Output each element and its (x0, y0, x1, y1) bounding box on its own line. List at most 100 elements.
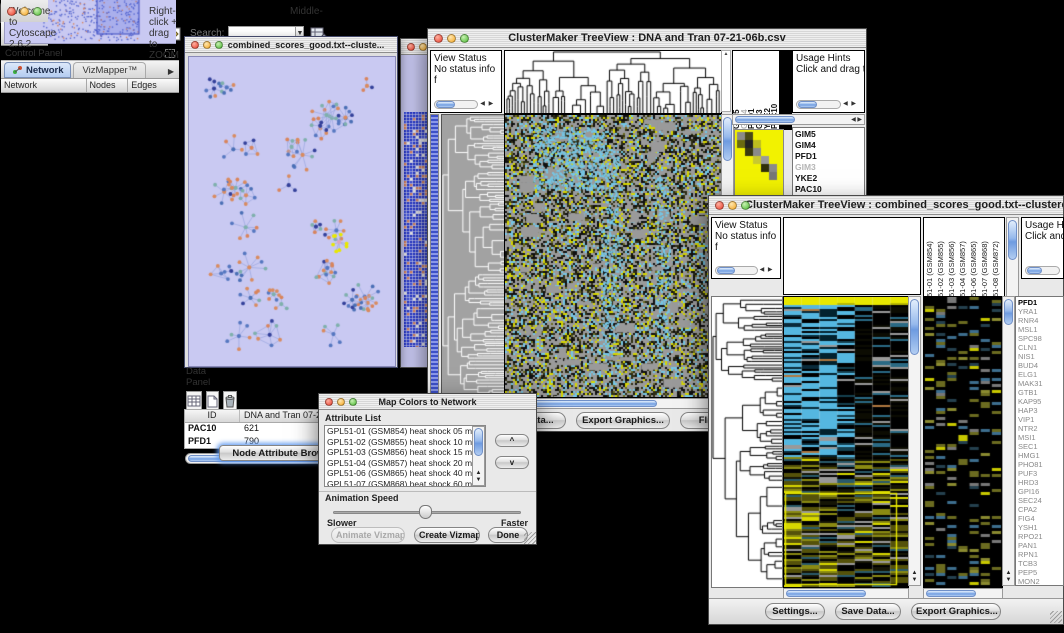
tv2-heatmap-canvas[interactable] (783, 296, 909, 588)
tv1-row-label: GIM5 (795, 129, 862, 140)
network-view-titlebar[interactable]: combined_scores_good.txt--cluste... (185, 37, 397, 53)
scrollbar-thumb[interactable] (1004, 299, 1013, 325)
tv2-gene-label: YRA1 (1018, 307, 1063, 316)
slider-thumb[interactable] (419, 505, 432, 519)
tab-vizmapper[interactable]: VizMapper™ (73, 62, 146, 78)
treeview1-titlebar[interactable]: ClusterMaker TreeView : DNA and Tran 07-… (428, 29, 866, 48)
attribute-list-item[interactable]: GPL51-04 (GSM857) heat shock 20 min (325, 458, 485, 469)
minimize-button[interactable] (337, 398, 345, 406)
close-button[interactable] (407, 43, 415, 51)
minimize-button[interactable] (419, 43, 427, 51)
done-button[interactable]: Done (488, 527, 528, 543)
delete-attribute-trash-icon[interactable] (223, 391, 237, 411)
scrollbar-thumb[interactable] (723, 117, 732, 161)
tv2-gene-label: KAP95 (1018, 397, 1063, 406)
scroll-arrows-icon[interactable]: ◀ ▶ (841, 99, 857, 110)
tv2-strip-vscrollbar[interactable]: ▲▼ (1002, 296, 1015, 586)
scroll-arrows-icon[interactable]: ▲▼ (1003, 570, 1014, 584)
close-button[interactable] (715, 201, 724, 210)
tv2-settings-button[interactable]: Settings... (765, 603, 825, 620)
tv1-row-label: PFD1 (795, 151, 862, 162)
scroll-arrows-icon[interactable]: ▲▼ (473, 470, 484, 484)
zoom-button[interactable] (741, 201, 750, 210)
desktop: Cytoscape Desktop (Session Name: collins… (0, 0, 1064, 633)
tv2-gene-label: HAP3 (1018, 406, 1063, 415)
scroll-arrows-icon[interactable]: ◀ ▶ (478, 99, 494, 110)
tv2-gene-labels-panel: PFD1YRA1RNR4MSL1SPC98CLN1NIS1BUD4ELG1MAK… (1015, 296, 1064, 586)
tv2-gene-label: HMG1 (1018, 451, 1063, 460)
scrollbar-thumb[interactable] (1008, 220, 1017, 260)
scrollbar-thumb[interactable] (786, 590, 866, 597)
tv1-row-dendrogram[interactable] (441, 114, 505, 398)
scrollbar-thumb[interactable] (926, 590, 976, 597)
new-attribute-icon[interactable] (206, 391, 219, 411)
attribute-list-label: Attribute List (325, 413, 381, 423)
control-panel-tabs: Network VizMapper™ ▶ (1, 61, 179, 79)
create-vizmap-button[interactable]: Create Vizmap (414, 527, 480, 543)
scroll-arrows-icon[interactable]: ▲▼ (909, 570, 920, 584)
tv2-save-data-button[interactable]: Save Data... (835, 603, 901, 620)
move-up-button[interactable]: ^ (495, 434, 529, 447)
treeview2-titlebar[interactable]: ClusterMaker TreeView : combined_scores_… (709, 196, 1063, 215)
animate-vizmap-button[interactable]: Animate Vizmap (331, 527, 405, 543)
tv1-right-hscrollbar[interactable]: ◀ ▶ (732, 114, 865, 125)
tv1-column-dendrogram[interactable] (504, 50, 722, 114)
tv2-heatmap-vscrollbar[interactable]: ▲▼ (908, 296, 921, 586)
zoom-button[interactable] (215, 41, 223, 49)
minimize-button[interactable] (203, 41, 211, 49)
close-button[interactable] (191, 41, 199, 49)
tv2-row-dendrogram[interactable] (711, 296, 783, 588)
tv1-row-label: PAC10 (795, 184, 862, 195)
table-icon[interactable] (186, 391, 202, 411)
tv2-export-graphics-button[interactable]: Export Graphics... (911, 603, 1001, 620)
tab-overflow-arrow[interactable]: ▶ (163, 64, 179, 76)
attribute-list-item[interactable]: GPL51-07 (GSM868) heat shock 60 min (325, 479, 485, 488)
scrollbar-thumb[interactable] (910, 299, 919, 355)
tv2-hints-scrollbar[interactable] (1025, 265, 1060, 276)
network-table-header[interactable]: Network Nodes Edges (1, 79, 179, 93)
attribute-listbox[interactable]: GPL51-01 (GSM854) heat shock 05 minGPL51… (324, 425, 486, 487)
status-hint-zoom: Right-click + drag to ZOOM (149, 6, 179, 61)
attribute-list-item[interactable]: GPL51-03 (GSM856) heat shock 15 min (325, 447, 485, 458)
tv1-mini-vscroll[interactable]: ▲ (721, 50, 731, 112)
network-tab-icon (12, 65, 23, 75)
tv2-gene-label: MSI1 (1018, 433, 1063, 442)
zoom-button[interactable] (349, 398, 357, 406)
attribute-list-item[interactable]: GPL51-01 (GSM854) heat shock 05 min (325, 426, 485, 437)
tv2-gene-label: PFD1 (1018, 298, 1063, 307)
close-button[interactable] (7, 7, 16, 16)
attribute-list-item[interactable]: GPL51-02 (GSM855) heat shock 10 min (325, 437, 485, 448)
network-view-window: combined_scores_good.txt--cluste... (184, 36, 398, 368)
tv1-hints-scrollbar[interactable]: ◀ ▶ (796, 99, 857, 110)
tv1-heatmap-canvas[interactable] (504, 114, 722, 398)
tv1-left-strip[interactable] (430, 114, 439, 396)
attribute-list-item[interactable]: GPL51-06 (GSM865) heat shock 40 min (325, 468, 485, 479)
scrollbar-thumb[interactable] (735, 116, 795, 123)
zoom-button[interactable] (33, 7, 42, 16)
minimize-button[interactable] (728, 201, 737, 210)
minimize-button[interactable] (447, 34, 456, 43)
treeview1-title: ClusterMaker TreeView : DNA and Tran 07-… (428, 32, 866, 44)
tv2-strip-heatmap-canvas[interactable] (923, 296, 1003, 588)
tab-network[interactable]: Network (4, 62, 71, 78)
move-down-button[interactable]: v (495, 456, 529, 469)
close-button[interactable] (325, 398, 333, 406)
network-canvas[interactable] (188, 56, 396, 367)
scrollbar-thumb[interactable] (474, 428, 483, 456)
scroll-arrows-icon[interactable]: ◀ ▶ (851, 116, 862, 123)
resize-grip-icon[interactable] (524, 532, 536, 544)
tv2-gene-label: PEP5 (1018, 568, 1063, 577)
tv2-column-dendrogram-area[interactable] (783, 217, 921, 295)
tv2-gene-label: CPA2 (1018, 505, 1063, 514)
tv1-status-scrollbar[interactable]: ◀ ▶ (434, 99, 494, 110)
status-hint-middle: Middle- (290, 6, 323, 17)
tv2-status-scrollbar[interactable]: ◀ ▶ (715, 265, 773, 276)
attribute-list-vscrollbar[interactable]: ▲▼ (472, 426, 485, 486)
tv1-export-graphics-button[interactable]: Export Graphics... (576, 412, 670, 429)
close-button[interactable] (434, 34, 443, 43)
resize-grip-icon[interactable] (1050, 611, 1062, 623)
zoom-button[interactable] (460, 34, 469, 43)
minimize-button[interactable] (20, 7, 29, 16)
dialog-titlebar[interactable]: Map Colors to Network (319, 394, 536, 410)
scroll-arrows-icon[interactable]: ◀ ▶ (758, 265, 774, 276)
